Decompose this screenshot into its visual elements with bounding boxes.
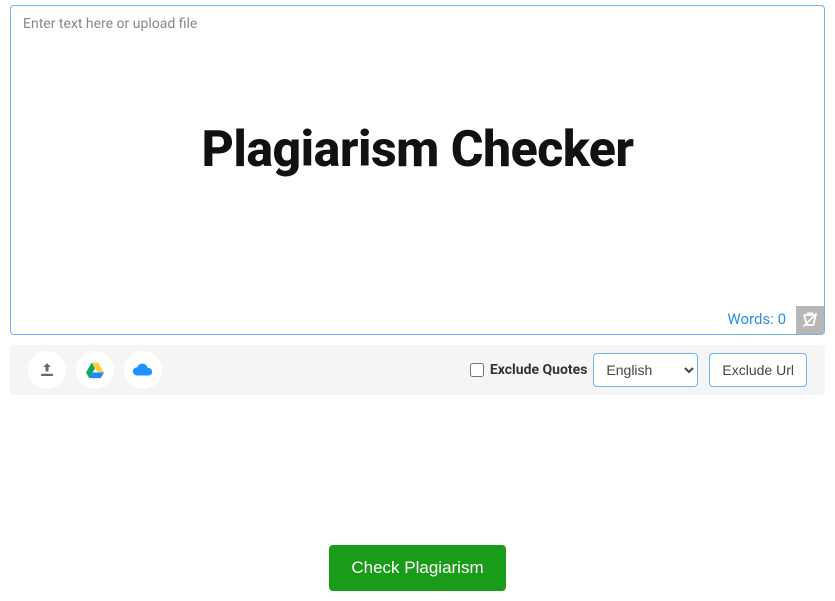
check-plagiarism-button[interactable]: Check Plagiarism xyxy=(329,545,505,591)
upload-file-button[interactable] xyxy=(28,351,66,389)
exclude-options: Exclude Quotes English Exclude Url xyxy=(470,353,807,387)
cloud-icon xyxy=(132,362,154,378)
options-toolbar: Exclude Quotes English Exclude Url xyxy=(10,345,825,395)
grammar-check-icon[interactable] xyxy=(796,306,824,334)
exclude-quotes-checkbox[interactable] xyxy=(470,363,484,377)
text-input-area: Plagiarism Checker Words: 0 xyxy=(10,5,825,335)
word-counter-label: Words: xyxy=(727,310,773,328)
onedrive-button[interactable] xyxy=(124,351,162,389)
upload-icon-group xyxy=(28,351,162,389)
exclude-url-button[interactable]: Exclude Url xyxy=(709,353,807,387)
exclude-quotes-label: Exclude Quotes xyxy=(490,362,588,378)
action-row: Check Plagiarism xyxy=(10,545,825,591)
language-select[interactable]: English xyxy=(593,353,698,387)
word-counter: Words: 0 xyxy=(727,310,786,328)
upload-icon xyxy=(38,361,56,379)
google-drive-button[interactable] xyxy=(76,351,114,389)
plagiarism-text-input[interactable] xyxy=(11,6,824,334)
word-counter-value: 0 xyxy=(778,310,786,328)
google-drive-icon xyxy=(85,361,105,379)
